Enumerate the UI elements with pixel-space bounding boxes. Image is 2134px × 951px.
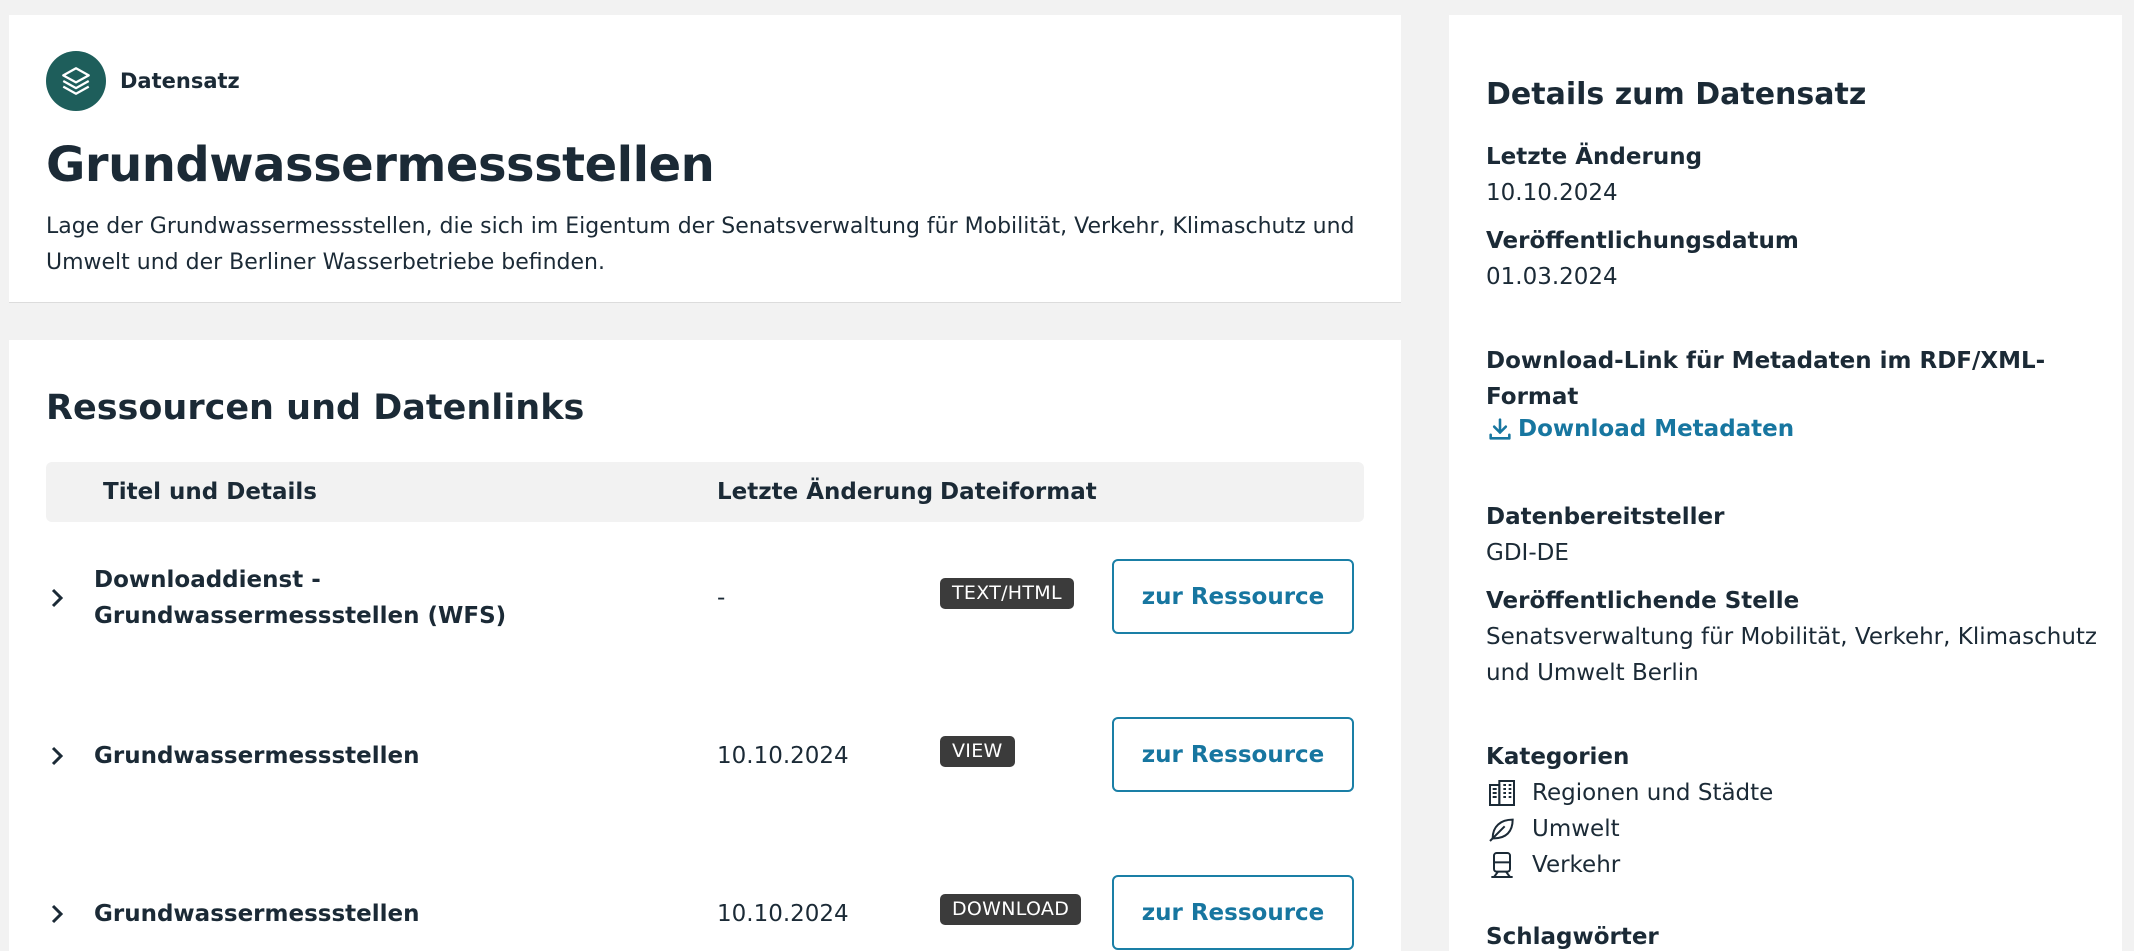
provider-label: Datenbereitsteller [1486,504,1725,530]
category-item: Regionen und Städte [1486,777,1773,809]
metadata-download-label: Download-Link für Metadaten im RDF/XML-F… [1486,348,2046,410]
open-resource-button[interactable]: zur Ressource [1112,717,1354,792]
column-header-format: Dateiformat [940,479,1097,505]
format-badge: DOWNLOAD [940,893,1082,925]
provider-value: GDI-DE [1486,540,1569,566]
resource-title: Grundwassermessstellen [94,743,420,769]
category-item: Umwelt [1486,813,1620,845]
format-badge: VIEW [940,735,1015,767]
resource-title: Downloaddienst - Grundwassermessstellen … [94,567,507,629]
column-header-title: Titel und Details [103,479,317,505]
category-label: Regionen und Städte [1532,780,1774,806]
leaf-icon [1489,818,1514,842]
details-title: Details zum Datensatz [1486,77,1867,112]
categories-label: Kategorien [1486,744,1630,770]
dataset-type-label: Datensatz [120,69,240,93]
chevron-right-icon[interactable] [50,716,74,796]
train-icon [1491,852,1513,878]
chevron-right-icon[interactable] [50,874,74,951]
resources-section-title: Ressourcen und Datenlinks [46,388,585,428]
page-description: Lage der Grundwassermessstellen, die sic… [46,214,1355,275]
resources-table-header: Titel und Details Letzte Änderung Dateif… [46,462,1364,522]
resource-last-change: - [717,585,726,611]
layers-icon [46,51,106,111]
publisher-label: Veröffentlichende Stelle [1486,588,1800,614]
download-metadata-label: Download Metadaten [1518,416,1795,442]
resource-title: Grundwassermessstellen [94,901,420,927]
download-metadata-link[interactable]: Download Metadaten [1486,415,1794,443]
table-row: Downloaddienst - Grundwassermessstellen … [46,558,1364,638]
format-badge: TEXT/HTML [940,577,1074,609]
chevron-right-icon[interactable] [50,558,74,638]
open-resource-button[interactable]: zur Ressource [1112,559,1354,634]
keywords-label: Schlagwörter [1486,924,1659,950]
published-label: Veröffentlichungsdatum [1486,228,1799,254]
dataset-header-card: Datensatz Grundwassermessstellen Lage de… [9,15,1401,303]
open-resource-button[interactable]: zur Ressource [1112,875,1354,950]
last-change-value: 10.10.2024 [1486,180,1618,206]
category-label: Verkehr [1532,852,1621,878]
resource-last-change: 10.10.2024 [717,743,849,769]
resource-last-change: 10.10.2024 [717,901,849,927]
category-item: Verkehr [1486,849,1620,881]
column-header-last-change: Letzte Änderung [717,479,934,505]
table-row: Grundwassermessstellen 10.10.2024 DOWNLO… [46,874,1364,951]
last-change-label: Letzte Änderung [1486,144,1703,170]
category-label: Umwelt [1532,816,1620,842]
page-title: Grundwassermessstellen [46,137,715,193]
published-value: 01.03.2024 [1486,264,1618,290]
download-icon [1489,418,1511,440]
publisher-value: Senatsverwaltung für Mobilität, Verkehr,… [1486,624,2097,686]
city-icon [1489,780,1515,806]
table-row: Grundwassermessstellen 10.10.2024 VIEW z… [46,716,1364,796]
resources-card: Ressourcen und Datenlinks Titel und Deta… [9,340,1401,951]
details-sidebar: Details zum Datensatz Letzte Änderung 10… [1449,15,2122,951]
dataset-type: Datensatz [46,51,240,111]
